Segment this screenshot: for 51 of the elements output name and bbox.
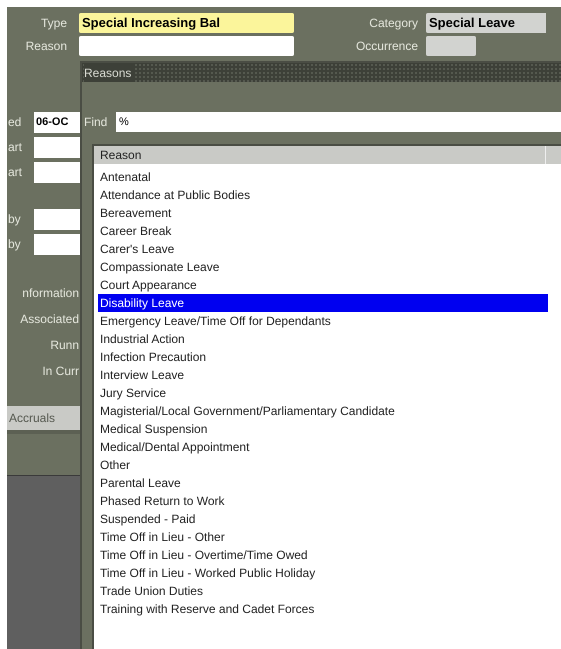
reason-item[interactable]: Carer's Leave [98, 240, 548, 258]
field-label: art [7, 164, 24, 181]
reason-label: Reason [24, 38, 68, 55]
field-label: Associated [20, 311, 79, 328]
type-label: Type [40, 15, 68, 32]
reason-item[interactable]: Phased Return to Work [98, 492, 548, 510]
reason-item[interactable]: Career Break [98, 222, 548, 240]
reason-item[interactable]: Medical/Dental Appointment [98, 438, 548, 456]
field-label: ed [7, 114, 22, 131]
reason-item[interactable]: Industrial Action [98, 330, 548, 348]
reason-item[interactable]: Emergency Leave/Time Off for Dependants [98, 312, 548, 330]
reason-item[interactable]: Time Off in Lieu - Other [98, 528, 548, 546]
reason-item[interactable]: Disability Leave [98, 294, 548, 312]
reason-item[interactable]: Other [98, 456, 548, 474]
input-field[interactable] [34, 234, 80, 254]
input-field[interactable] [34, 136, 80, 158]
reason-field[interactable] [79, 36, 294, 56]
reason-item[interactable]: Attendance at Public Bodies [98, 186, 548, 204]
input-field[interactable] [34, 208, 80, 230]
reason-item[interactable]: Court Appearance [98, 276, 548, 294]
reason-item[interactable]: Medical Suspension [98, 420, 548, 438]
reason-item[interactable]: Training with Reserve and Cadet Forces [98, 600, 548, 618]
field-label: Runn [50, 337, 79, 354]
reason-item[interactable]: Time Off in Lieu - Overtime/Time Owed [98, 546, 548, 564]
reason-item[interactable]: Magisterial/Local Government/Parliamentary Candidate [98, 402, 548, 420]
reason-item[interactable]: Parental Leave [98, 474, 548, 492]
field-label: nformation [22, 285, 79, 302]
type-field[interactable]: Special Increasing Bal [79, 13, 294, 33]
input-field[interactable] [34, 162, 80, 182]
find-field[interactable]: % [116, 112, 561, 132]
reason-item[interactable]: Compassionate Leave [98, 258, 548, 276]
reason-item[interactable]: Infection Precaution [98, 348, 548, 366]
find-label: Find [83, 114, 108, 131]
field-label: art [7, 139, 24, 156]
category-field[interactable]: Special Leave [426, 13, 546, 33]
reason-item[interactable]: Bereavement [98, 204, 548, 222]
category-label: Category [368, 15, 419, 32]
reason-item[interactable]: Suspended - Paid [98, 510, 548, 528]
field-label: In Curr [42, 363, 79, 380]
field-label: by [7, 211, 22, 228]
occurrence-label: Occurrence [354, 38, 419, 55]
reason-item[interactable]: Trade Union Duties [98, 582, 548, 600]
input-field[interactable]: 06-OC [34, 112, 80, 132]
field-label: by [7, 236, 22, 253]
reason-item[interactable]: Interview Leave [98, 366, 548, 384]
occurrence-field[interactable] [426, 36, 476, 56]
reason-item[interactable]: Jury Service [98, 384, 548, 402]
dialog-title: Reasons [84, 64, 136, 82]
reason-item[interactable]: Antenatal [98, 168, 548, 186]
reason-item[interactable]: Time Off in Lieu - Worked Public Holiday [98, 564, 548, 582]
accruals-tab[interactable]: Accruals [7, 406, 80, 430]
